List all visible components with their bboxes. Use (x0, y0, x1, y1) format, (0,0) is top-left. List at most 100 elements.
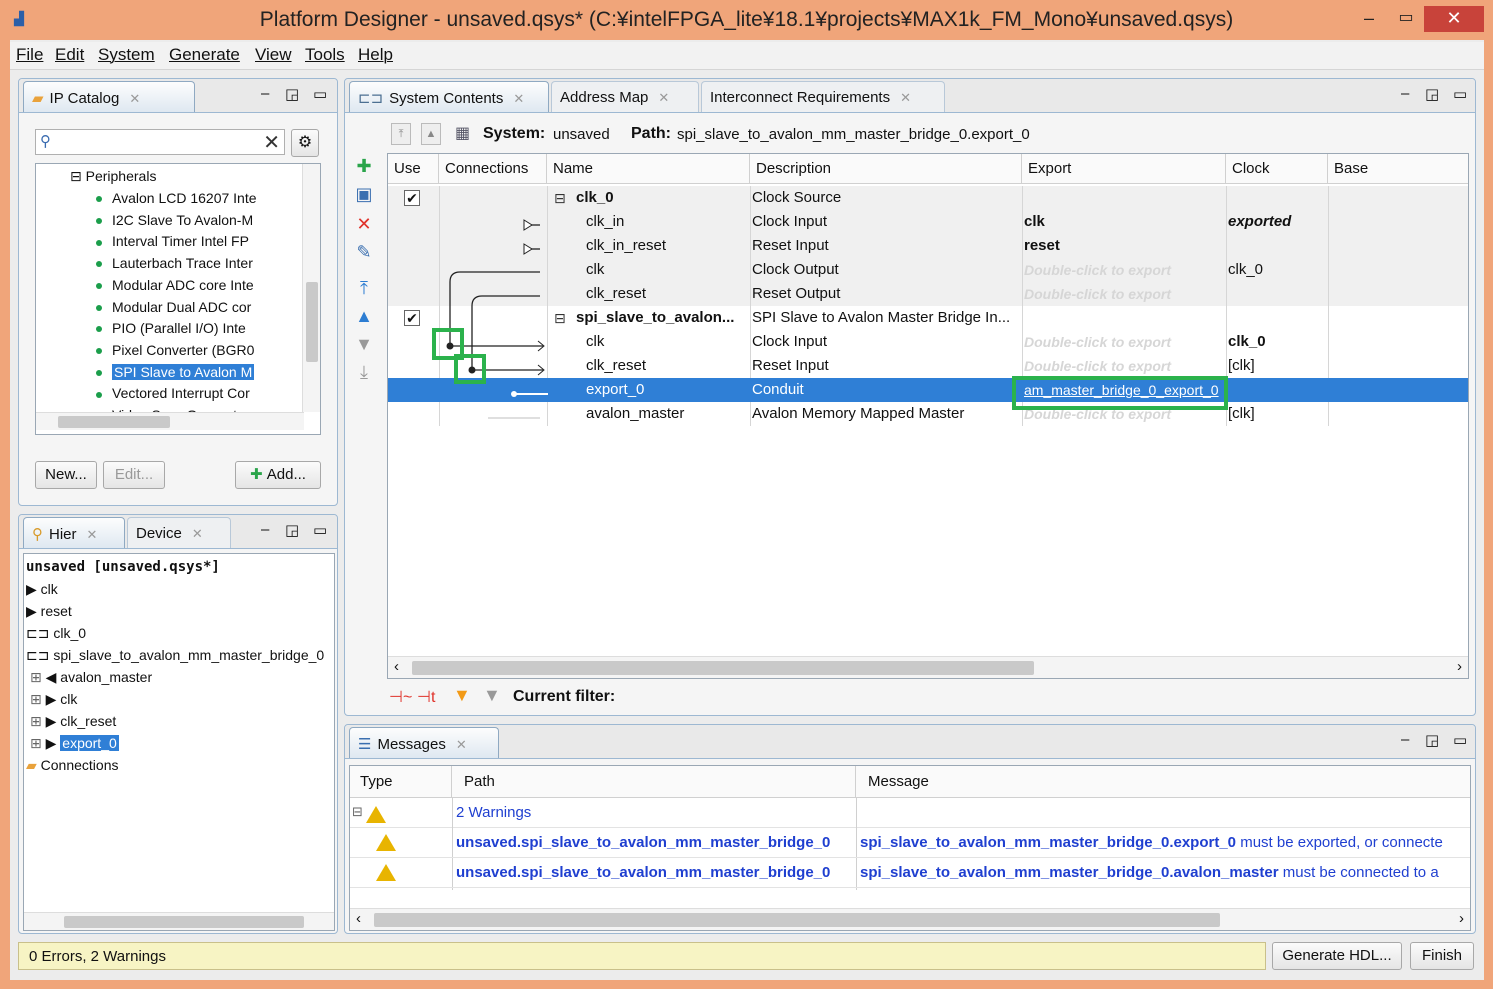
hier-item-spi-bridge[interactable]: ⊏⊐ spi_slave_to_avalon_mm_master_bridge_… (26, 644, 324, 666)
close-tab-icon[interactable]: ✕ (658, 90, 669, 105)
scroll-thumb[interactable] (58, 416, 170, 428)
maximize-panel-icon[interactable]: ▭ (1453, 731, 1467, 749)
tab-interconnect[interactable]: Interconnect Requirements ✕ (701, 81, 945, 112)
move-up-icon[interactable]: ▲ (353, 305, 375, 327)
tab-device[interactable]: Device ✕ (127, 517, 231, 548)
horizontal-scrollbar[interactable]: ‹ › (388, 656, 1468, 678)
scroll-left-icon[interactable]: ‹ (356, 910, 361, 927)
close-tab-icon[interactable]: ✕ (129, 91, 140, 106)
ip-search-input[interactable]: ⚲ ✕ (35, 129, 285, 155)
close-button[interactable]: ✕ (1424, 6, 1484, 32)
collapse-all-button[interactable]: ⤒ (391, 123, 411, 145)
ip-item[interactable]: Interval Timer Intel FP (96, 230, 249, 252)
move-down-icon[interactable]: ▼ (353, 333, 375, 355)
filter-reset-icon[interactable]: ⊣t (417, 687, 435, 707)
hier-connections[interactable]: ▰ Connections (26, 754, 118, 776)
hier-item-reset[interactable]: ▶ reset (26, 600, 72, 622)
maximize-button[interactable]: ▭ (1392, 6, 1420, 32)
remove-button[interactable]: ✕ (353, 213, 375, 235)
clear-icon[interactable]: ✕ (263, 130, 280, 155)
hier-item-clk[interactable]: ▶ clk (26, 578, 58, 600)
detach-panel-icon[interactable]: ◲ (1425, 731, 1439, 749)
hier-child-clk[interactable]: ⊞ ▶ clk (30, 688, 77, 710)
message-row[interactable]: unsaved.spi_slave_to_avalon_mm_master_br… (350, 828, 1470, 858)
minimize-button[interactable]: – (1352, 6, 1386, 32)
horizontal-scrollbar[interactable]: ‹ › (350, 908, 1470, 930)
close-tab-icon[interactable]: ✕ (87, 527, 98, 542)
ip-item[interactable]: Avalon LCD 16207 Inte (96, 187, 257, 209)
minimize-panel-icon[interactable]: – (1401, 731, 1409, 748)
tab-ip-catalog[interactable]: ▰ IP Catalog ✕ (23, 81, 195, 112)
minimize-panel-icon[interactable]: – (1401, 85, 1409, 102)
menu-view[interactable]: View (255, 45, 292, 65)
filter-clock-icon[interactable]: ⊣~ (389, 687, 412, 707)
scroll-left-icon[interactable]: ‹ (394, 658, 399, 675)
ip-item[interactable]: Modular ADC core Inte (96, 274, 254, 296)
instance-icon[interactable]: ▣ (353, 183, 375, 205)
ip-item[interactable]: Modular Dual ADC cor (96, 296, 251, 318)
scroll-right-icon[interactable]: › (1457, 658, 1462, 675)
horizontal-scrollbar[interactable] (24, 912, 334, 930)
hier-root[interactable]: unsaved [unsaved.qsys*] (26, 556, 220, 578)
ip-item[interactable]: Pixel Converter (BGR0 (96, 339, 254, 361)
menu-help[interactable]: Help (358, 45, 393, 65)
menu-generate[interactable]: Generate (169, 45, 240, 65)
scroll-thumb[interactable] (374, 913, 1220, 927)
tab-address-map[interactable]: Address Map ✕ (551, 81, 699, 112)
maximize-panel-icon[interactable]: ▭ (313, 521, 327, 539)
ip-item[interactable]: SPI Slave to Avalon M (96, 361, 255, 383)
add-button[interactable]: ✚ Add... (235, 461, 321, 489)
new-button[interactable]: New... (35, 461, 97, 489)
ip-item[interactable]: PIO (Parallel I/O) Inte (96, 317, 246, 339)
add-component-button[interactable]: ✚ (353, 155, 375, 177)
close-tab-icon[interactable]: ✕ (900, 90, 911, 105)
ip-item[interactable]: Vectored Interrupt Cor (96, 382, 250, 404)
generate-hdl-button[interactable]: Generate HDL... (1272, 942, 1402, 970)
message-row[interactable]: unsaved.spi_slave_to_avalon_mm_master_br… (350, 858, 1470, 888)
scroll-thumb[interactable] (412, 661, 1034, 675)
detach-panel-icon[interactable]: ◲ (285, 85, 299, 103)
ip-item[interactable]: I2C Slave To Avalon-M (96, 209, 253, 231)
tab-hier[interactable]: ⚲ Hier ✕ (23, 517, 125, 548)
menu-system[interactable]: System (98, 45, 155, 65)
settings-button[interactable]: ⚙ (291, 129, 319, 157)
scroll-right-icon[interactable]: › (1459, 910, 1464, 927)
menu-tools[interactable]: Tools (305, 45, 345, 65)
horizontal-scrollbar[interactable] (36, 412, 304, 430)
move-bottom-icon[interactable]: ⤓ (353, 361, 375, 383)
tab-system-contents[interactable]: ⊏⊐ System Contents ✕ (349, 81, 549, 112)
collapse-icon[interactable]: ⊟ (352, 804, 363, 820)
hier-item-clk-0[interactable]: ⊏⊐ clk_0 (26, 622, 86, 644)
vertical-scrollbar[interactable] (302, 164, 320, 412)
menu-edit[interactable]: Edit (55, 45, 84, 65)
close-tab-icon[interactable]: ✕ (192, 526, 203, 541)
maximize-panel-icon[interactable]: ▭ (1453, 85, 1467, 103)
message-group-row[interactable]: ⊟ 2 Warnings (350, 798, 1470, 828)
detach-panel-icon[interactable]: ◲ (1425, 85, 1439, 103)
maximize-panel-icon[interactable]: ▭ (313, 85, 327, 103)
close-tab-icon[interactable]: ✕ (513, 91, 524, 106)
hier-child-clk-reset[interactable]: ⊞ ▶ clk_reset (30, 710, 116, 732)
minimize-panel-icon[interactable]: – (261, 85, 269, 102)
close-tab-icon[interactable]: ✕ (456, 737, 467, 752)
edit-icon[interactable]: ✎ (353, 241, 375, 263)
scroll-thumb[interactable] (64, 916, 304, 928)
col-message[interactable]: Message (856, 766, 1470, 798)
detach-panel-icon[interactable]: ◲ (285, 521, 299, 539)
tab-messages[interactable]: ☰ Messages ✕ (349, 727, 499, 758)
ip-item[interactable]: Lauterbach Trace Inter (96, 252, 253, 274)
scroll-thumb[interactable] (306, 282, 318, 362)
expand-icon[interactable]: ⊞ (30, 691, 46, 707)
minimize-panel-icon[interactable]: – (261, 521, 269, 538)
filter-icon[interactable]: ▼ (453, 685, 471, 706)
col-type[interactable]: Type (350, 766, 452, 798)
col-path[interactable]: Path (452, 766, 856, 798)
expand-icon[interactable]: ⊞ (30, 735, 46, 751)
hier-child-avalon-master[interactable]: ⊞ ◀ avalon_master (30, 666, 152, 688)
edit-button[interactable]: Edit... (103, 461, 165, 489)
expand-icon[interactable]: ⊞ (30, 669, 46, 685)
move-top-icon[interactable]: ⤒ (353, 277, 375, 299)
clear-filter-icon[interactable]: ▼ (483, 685, 501, 706)
hier-child-export-0[interactable]: ⊞ ▶ export_0 (30, 732, 119, 754)
tree-group-peripherals[interactable]: ⊟ Peripherals (70, 165, 156, 187)
